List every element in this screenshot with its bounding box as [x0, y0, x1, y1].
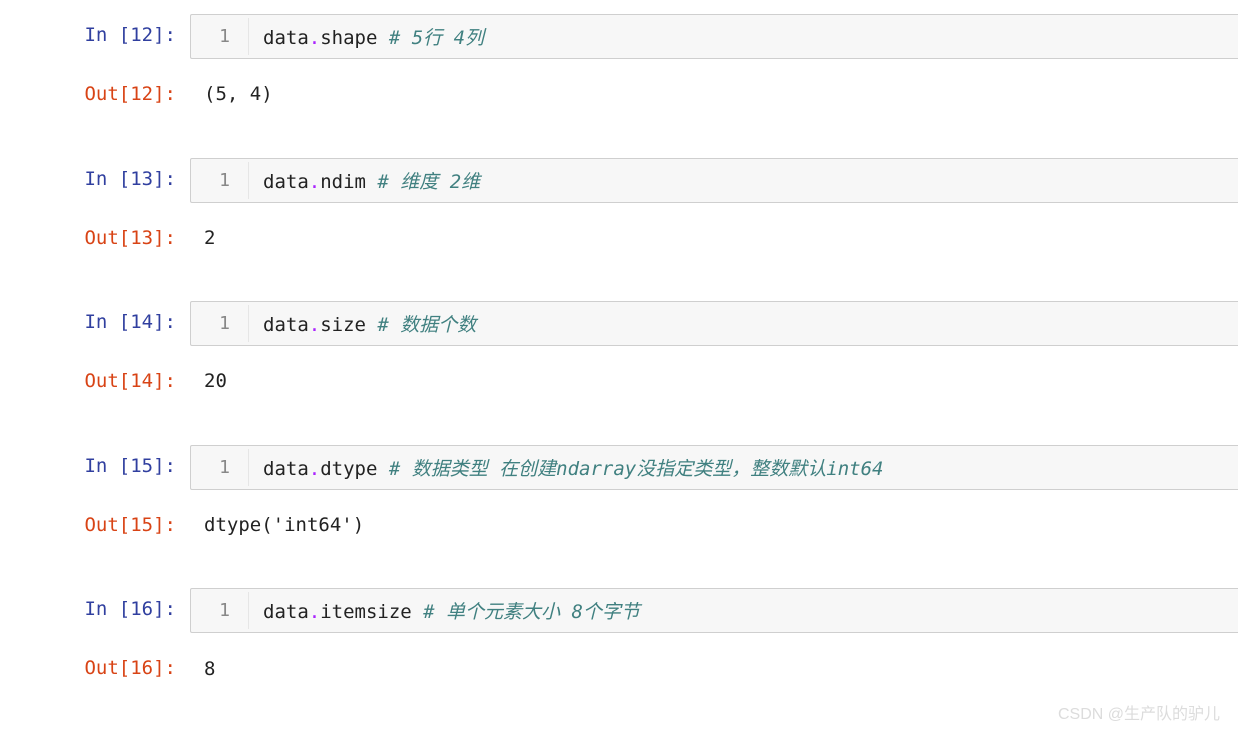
input-area[interactable]: 1data.ndim # 维度 2维: [190, 158, 1238, 203]
line-number: 1: [191, 449, 249, 486]
watermark: CSDN @生产队的驴儿: [1058, 700, 1220, 724]
line-number: 1: [191, 305, 249, 342]
input-area[interactable]: 1data.dtype # 数据类型 在创建ndarray没指定类型，整数默认i…: [190, 445, 1238, 490]
code-line[interactable]: data.itemsize # 单个元素大小 8个字节: [249, 589, 654, 632]
out-prompt: Out[15]:: [0, 504, 190, 547]
in-prompt: In [12]:: [0, 14, 190, 59]
input-cell[interactable]: In [12]:1data.shape # 5行 4列: [0, 14, 1238, 59]
output-cell: Out[16]:8: [0, 647, 1238, 690]
out-prompt: Out[12]:: [0, 73, 190, 116]
input-cell[interactable]: In [15]:1data.dtype # 数据类型 在创建ndarray没指定…: [0, 445, 1238, 490]
code-line[interactable]: data.shape # 5行 4列: [249, 15, 498, 58]
input-area[interactable]: 1data.shape # 5行 4列: [190, 14, 1238, 59]
line-number: 1: [191, 18, 249, 55]
in-prompt: In [14]:: [0, 301, 190, 346]
output-cell: Out[12]:(5, 4): [0, 73, 1238, 116]
code-line[interactable]: data.ndim # 维度 2维: [249, 159, 494, 202]
output-text: dtype('int64'): [190, 504, 1238, 547]
in-prompt: In [13]:: [0, 158, 190, 203]
line-number: 1: [191, 162, 249, 199]
input-cell[interactable]: In [16]:1data.itemsize # 单个元素大小 8个字节: [0, 588, 1238, 633]
out-prompt: Out[14]:: [0, 360, 190, 403]
output-text: 2: [190, 217, 1238, 260]
code-line[interactable]: data.size # 数据个数: [249, 302, 490, 345]
out-prompt: Out[16]:: [0, 647, 190, 690]
input-area[interactable]: 1data.itemsize # 单个元素大小 8个字节: [190, 588, 1238, 633]
line-number: 1: [191, 592, 249, 629]
output-text: 8: [190, 647, 1238, 690]
input-cell[interactable]: In [13]:1data.ndim # 维度 2维: [0, 158, 1238, 203]
in-prompt: In [15]:: [0, 445, 190, 490]
output-cell: Out[15]:dtype('int64'): [0, 504, 1238, 547]
output-cell: Out[14]:20: [0, 360, 1238, 403]
output-text: (5, 4): [190, 73, 1238, 116]
in-prompt: In [16]:: [0, 588, 190, 633]
input-cell[interactable]: In [14]:1data.size # 数据个数: [0, 301, 1238, 346]
notebook-cells: In [12]:1data.shape # 5行 4列Out[12]:(5, 4…: [0, 14, 1238, 690]
input-area[interactable]: 1data.size # 数据个数: [190, 301, 1238, 346]
output-cell: Out[13]:2: [0, 217, 1238, 260]
code-line[interactable]: data.dtype # 数据类型 在创建ndarray没指定类型，整数默认in…: [249, 446, 897, 489]
output-text: 20: [190, 360, 1238, 403]
out-prompt: Out[13]:: [0, 217, 190, 260]
